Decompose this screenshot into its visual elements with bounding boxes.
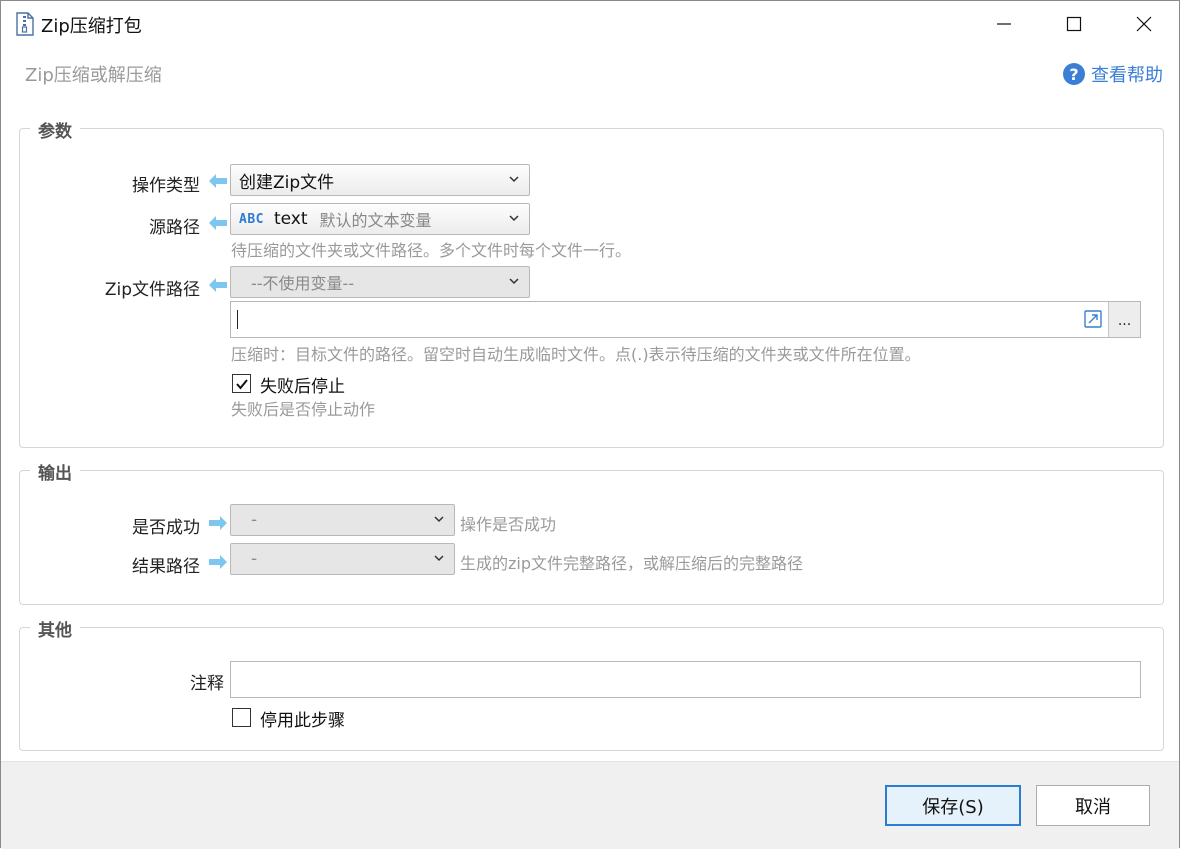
success-variable-select[interactable]: - [230, 504, 455, 536]
operation-type-label: 操作类型 [132, 176, 200, 196]
result-path-variable-value: - [251, 549, 258, 569]
output-arrow-icon [209, 516, 227, 530]
params-group: 参数 操作类型 创建Zip文件 源路径 ABC text 默认的文本变量 待压缩… [19, 117, 1164, 448]
source-path-hint: 待压缩的文件夹或文件路径。多个文件时每个文件一行。 [231, 241, 632, 260]
stop-on-fail-checkbox[interactable] [232, 374, 251, 393]
comment-label: 注释 [190, 674, 224, 694]
source-path-label: 源路径 [149, 218, 200, 238]
cancel-button[interactable]: 取消 [1036, 785, 1150, 826]
help-icon: ? [1063, 63, 1085, 85]
source-variable-name: text [273, 209, 308, 229]
close-button[interactable] [1115, 1, 1173, 47]
chevron-down-icon [434, 516, 444, 523]
zip-file-icon [16, 12, 34, 36]
disable-step-label: 停用此步骤 [260, 711, 345, 731]
stop-on-fail-hint: 失败后是否停止动作 [231, 400, 376, 419]
input-arrow-icon [209, 278, 227, 292]
result-path-hint: 生成的zip文件完整路径，或解压缩后的完整路径 [460, 554, 804, 573]
result-path-variable-select[interactable]: - [230, 543, 455, 575]
checkmark-icon [235, 378, 248, 390]
source-variable-desc: 默认的文本变量 [319, 211, 432, 230]
success-variable-value: - [251, 510, 258, 530]
window-title: Zip压缩打包 [41, 16, 142, 37]
output-group-title: 输出 [30, 459, 80, 484]
title-bar: Zip压缩打包 [1, 1, 1179, 47]
comment-input[interactable] [230, 661, 1141, 698]
output-group: 输出 是否成功 - 操作是否成功 结果路径 - 生成的zip文件完整路径，或解压… [19, 459, 1164, 605]
result-path-label: 结果路径 [132, 557, 200, 577]
disable-step-checkbox[interactable] [232, 708, 251, 727]
zip-path-input[interactable]: ... [230, 301, 1141, 338]
help-link[interactable]: ? 查看帮助 [1063, 61, 1163, 87]
output-arrow-icon [209, 555, 227, 569]
success-label: 是否成功 [132, 518, 200, 538]
close-icon [1136, 16, 1152, 32]
maximize-button[interactable] [1045, 1, 1103, 47]
operation-type-select[interactable]: 创建Zip文件 [230, 164, 530, 196]
dialog-subtitle: Zip压缩或解压缩 [25, 65, 162, 86]
other-group: 其他 注释 停用此步骤 [19, 616, 1164, 751]
chevron-down-icon [434, 555, 444, 562]
success-hint: 操作是否成功 [460, 515, 557, 534]
minimize-icon [997, 23, 1011, 25]
text-variable-icon: ABC [239, 211, 264, 227]
params-group-title: 参数 [30, 117, 80, 142]
maximize-icon [1066, 16, 1082, 32]
dialog-window: Zip压缩打包 Zip压缩或解压缩 ? 查看帮助 参数 操作类型 创建Zip文件… [0, 0, 1180, 849]
zip-path-label: Zip文件路径 [104, 280, 200, 300]
dialog-footer: 保存(S) 取消 [1, 761, 1179, 849]
input-arrow-icon [209, 216, 227, 230]
expand-editor-icon[interactable] [1084, 310, 1102, 328]
zip-path-hint: 压缩时：目标文件的路径。留空时自动生成临时文件。点(.)表示待压缩的文件夹或文件… [231, 345, 921, 364]
chevron-down-icon [509, 278, 519, 285]
other-group-title: 其他 [30, 616, 80, 641]
browse-button[interactable]: ... [1108, 302, 1140, 337]
chevron-down-icon [509, 176, 519, 183]
zip-path-variable-value: --不使用变量-- [251, 274, 355, 293]
text-cursor [237, 310, 238, 329]
save-button[interactable]: 保存(S) [885, 785, 1021, 826]
operation-type-value: 创建Zip文件 [239, 172, 335, 193]
minimize-button[interactable] [975, 1, 1033, 47]
zip-path-variable-select[interactable]: --不使用变量-- [230, 266, 530, 298]
source-path-select[interactable]: ABC text 默认的文本变量 [230, 203, 530, 235]
input-arrow-icon [209, 174, 227, 188]
chevron-down-icon [509, 215, 519, 222]
help-label: 查看帮助 [1091, 65, 1163, 86]
stop-on-fail-label: 失败后停止 [260, 377, 345, 397]
